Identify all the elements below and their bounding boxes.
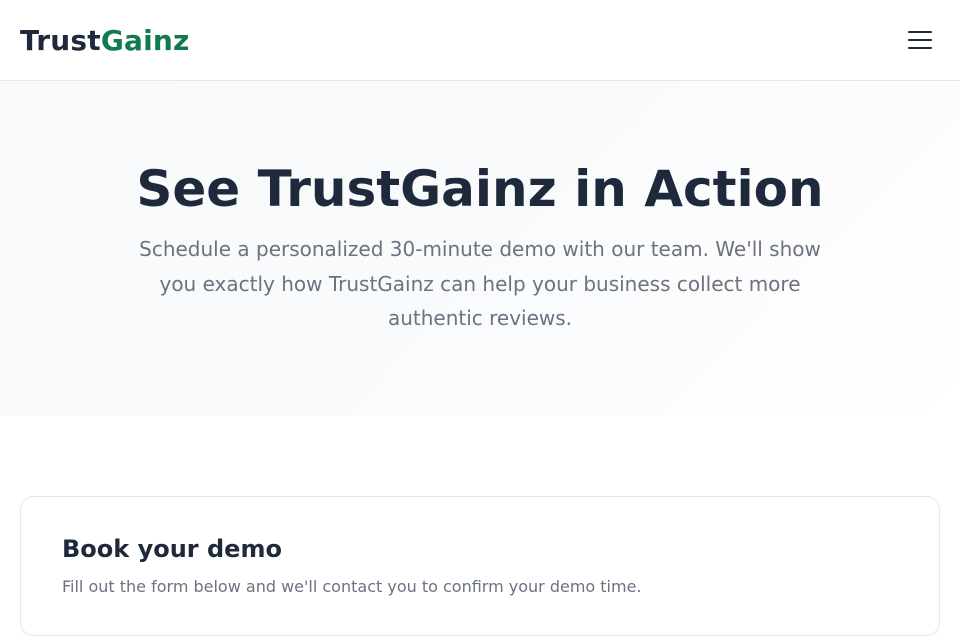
menu-bar-bottom [908,47,932,49]
book-demo-card: Book your demo Fill out the form below a… [20,496,940,636]
menu-bar-middle [908,39,932,41]
menu-bar-top [908,31,932,33]
book-demo-title: Book your demo [62,535,282,563]
logo-text-gainz: Gainz [100,23,190,57]
hero-subtitle: Schedule a personalized 30-minute demo w… [139,237,821,330]
logo-text-trust: Trust [20,23,101,57]
hero-section: See TrustGainz in Action Schedule a pers… [0,81,960,416]
hero-title: See TrustGainz in Action [136,160,824,218]
top-navbar: TrustGainz [0,0,960,81]
site-logo[interactable]: TrustGainz [20,24,190,57]
hamburger-menu-icon[interactable] [908,31,932,49]
book-demo-subtitle: Fill out the form below and we'll contac… [62,577,642,596]
